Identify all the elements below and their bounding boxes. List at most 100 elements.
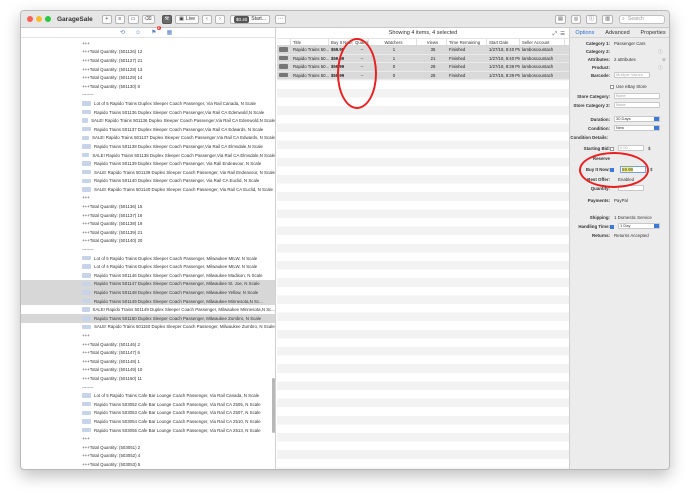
minimize-window-button[interactable] — [36, 16, 42, 22]
store-category2-select[interactable]: None — [614, 102, 660, 108]
folder-icon[interactable]: ▭ — [127, 14, 139, 24]
column-header-icon[interactable] — [277, 39, 291, 45]
table-row[interactable]: Rapido Trains 50... $59.99–0 28 Finished 1/2… — [277, 71, 569, 81]
starting-bid-input[interactable]: 0.00 — [618, 145, 644, 151]
condition-select[interactable]: New — [614, 125, 660, 131]
list-item[interactable]: +++Total Quantity: (501136) 15 — [21, 202, 275, 211]
gavel-icon[interactable]: ⚒ — [161, 14, 173, 24]
duration-select[interactable]: 30 Days — [614, 116, 660, 122]
tab-advanced[interactable]: Advanced — [605, 30, 629, 36]
list-item[interactable]: Lot of 5 Rapido Trains Cafe Bar Lounge C… — [21, 391, 275, 400]
handling-time-checkbox[interactable] — [610, 224, 616, 229]
list-item[interactable]: Rapido Trains 503052 Cafe Bar Lounge Coa… — [21, 400, 275, 409]
column-header-watchers[interactable]: Watchers — [369, 39, 417, 45]
list-item[interactable]: +++Total Quantity: (501126) 12 — [21, 48, 275, 57]
forward-button[interactable]: › — [215, 14, 225, 24]
table-row[interactable]: Rapido Trains 50... $59.99–0 28 Finished 1/2… — [277, 63, 569, 72]
list-item[interactable]: Rapido Trains 501137 Duplex Sleeper Coac… — [21, 125, 275, 134]
list-item[interactable]: +++Total Quantity: (503051) 2 — [21, 443, 275, 452]
product-info-icon[interactable]: ⓘ — [658, 65, 662, 71]
mode-selector[interactable]: ▣ Live — [175, 14, 199, 24]
list-item[interactable]: +++Total Quantity: (501138) 19 — [21, 219, 275, 228]
list-item[interactable]: +++Total Quantity: (501148) 1 — [21, 357, 275, 366]
column-header-seller-account[interactable]: Seller Account — [520, 39, 565, 45]
refresh-icon[interactable]: ⟲ — [120, 29, 125, 36]
list-item[interactable]: +++ — [21, 331, 275, 340]
list-item[interactable]: -------- — [21, 91, 275, 100]
handling-time-select[interactable]: 1 Day — [618, 223, 660, 229]
remove-icon[interactable]: ⊖ — [662, 57, 666, 63]
list-item[interactable]: +++Total Quantity: (501128) 13 — [21, 65, 275, 74]
list-item[interactable]: +++ — [21, 39, 275, 48]
status-indicator[interactable]: $0.40 Start... — [230, 14, 270, 24]
tab-options[interactable]: Options — [575, 30, 594, 36]
list-item[interactable]: SALE! Rapido Trains 501138 Duplex Sleepe… — [21, 151, 275, 160]
list-item[interactable]: +++Total Quantity: (501147) 6 — [21, 348, 275, 357]
list-item[interactable]: Rapido Trains 503054 Cafe Bar Lounge Coa… — [21, 417, 275, 426]
list-item[interactable]: Rapido Trains 501148 Duplex Sleeper Coac… — [21, 288, 275, 297]
list-item[interactable]: SALE! Rapido Trains 501137 Duplex Sleepe… — [21, 134, 275, 143]
list-item[interactable]: Lot of 5 Rapido Trains Duplex Sleeper Co… — [21, 254, 275, 263]
list-item[interactable]: Rapido Trains 501139 Duplex Sleeper Coac… — [21, 159, 275, 168]
column-header-time-remaining[interactable]: Time Remaining — [447, 39, 487, 45]
close-window-button[interactable] — [27, 16, 33, 22]
list-item[interactable]: SALE! Rapido Trains 501150 Duplex Sleepe… — [21, 323, 275, 332]
payments-value[interactable]: PayPal — [614, 198, 628, 203]
list-item[interactable]: Lot of 5 Rapido Trains Duplex Sleeper Co… — [21, 99, 275, 108]
column-header-title[interactable]: Title — [291, 39, 329, 45]
add-button[interactable]: + — [101, 14, 112, 24]
use-store-checkbox[interactable]: Use eBay Store — [610, 84, 647, 89]
category1-value[interactable]: Passenger Cars — [614, 41, 645, 46]
list-item[interactable]: Rapido Trains 501147 Duplex Sleeper Coac… — [21, 279, 275, 289]
sidebar-icon[interactable]: ▤ — [555, 15, 566, 24]
store-category-select[interactable]: None — [614, 93, 660, 99]
people-icon[interactable]: ☺ — [135, 30, 141, 36]
back-button[interactable]: ‹ — [202, 14, 212, 24]
list-item[interactable]: +++Total Quantity: (501130) 8 — [21, 82, 275, 91]
tab-properties[interactable]: Properties — [641, 30, 666, 36]
list-item[interactable]: Rapido Trains 501149 Duplex Sleeper Coac… — [21, 296, 275, 306]
list-item[interactable]: +++Total Quantity: (503053) 5 — [21, 460, 275, 469]
alert-icon[interactable]: ⚑ 2 — [151, 26, 161, 36]
column-header-start-date[interactable]: Start Date — [487, 39, 520, 45]
column-header-views[interactable]: Views — [417, 39, 447, 45]
chart-icon[interactable]: ▦ — [167, 29, 173, 36]
list-item[interactable]: Rapido Trains 501146 Duplex Sleeper Coac… — [21, 271, 275, 280]
list-item[interactable]: -------- — [21, 245, 275, 254]
search-field[interactable]: ⌕ Search — [619, 15, 665, 24]
list-item[interactable]: +++ — [21, 434, 275, 443]
list-item[interactable]: SALE! Rapido Trains 501136 Duplex Sleepe… — [21, 116, 275, 125]
attributes-value[interactable]: 2 attributes — [614, 57, 636, 62]
shipping-value[interactable]: 1 Domestic Service — [614, 215, 652, 220]
list-item[interactable]: +++Total Quantity: (501140) 20 — [21, 237, 275, 246]
list-item[interactable]: +++Total Quantity: (503054) 4 — [21, 469, 275, 470]
list-item[interactable]: +++Total Quantity: (501127) 21 — [21, 56, 275, 65]
list-item[interactable]: +++Total Quantity: (501137) 16 — [21, 211, 275, 220]
info-icon[interactable]: ⓘ — [586, 15, 598, 24]
zoom-window-button[interactable] — [45, 16, 51, 22]
more-button[interactable]: ··· — [275, 14, 286, 24]
list-item[interactable]: Rapido Trains 501136 Duplex Sleeper Coac… — [21, 108, 275, 117]
category2-info-icon[interactable]: ⓘ — [658, 49, 662, 55]
list-icon[interactable]: ≡ — [114, 14, 125, 24]
preview-icon[interactable]: ◎ — [570, 15, 582, 24]
list-item[interactable]: +++Total Quantity: (501129) 14 — [21, 73, 275, 82]
list-item[interactable]: Rapido Trains 503055 Cafe Bar Lounge Coa… — [21, 426, 275, 435]
barcode-input[interactable]: Multiple Values — [614, 72, 650, 78]
list-item[interactable]: Rapido Trains 501150 Duplex Sleeper Coac… — [21, 314, 275, 323]
list-item[interactable]: Rapido Trains 501140 Duplex Sleeper Coac… — [21, 177, 275, 186]
list-item[interactable]: Rapido Trains 503053 Cafe Bar Lounge Coa… — [21, 409, 275, 418]
list-item[interactable]: Rapido Trains 501138 Duplex Sleeper Coac… — [21, 142, 275, 151]
list-item[interactable]: SALE! Rapido Trains 501140 Duplex Sleepe… — [21, 185, 275, 194]
list-item[interactable]: Lot of 4 Rapido Trains Duplex Sleeper Co… — [21, 262, 275, 271]
list-item[interactable]: SALE! Rapido Trains 501139 Duplex Sleepe… — [21, 168, 275, 177]
list-item[interactable]: -------- — [21, 383, 275, 392]
list-item[interactable]: +++Total Quantity: (501146) 2 — [21, 340, 275, 349]
inspector-icon[interactable]: ▥ — [602, 15, 613, 24]
list-item[interactable]: +++Total Quantity: (501149) 10 — [21, 366, 275, 375]
table-row[interactable]: Rapido Trains 50... $59.99–1 35 Finished 1/2… — [277, 46, 569, 55]
list-item[interactable]: +++Total Quantity: (503052) 4 — [21, 452, 275, 461]
list-item[interactable]: +++Total Quantity: (501139) 21 — [21, 228, 275, 237]
starting-bid-checkbox[interactable] — [610, 146, 616, 151]
table-row[interactable]: Rapido Trains 50... $59.99–1 21 Finished 1/2… — [277, 54, 569, 64]
